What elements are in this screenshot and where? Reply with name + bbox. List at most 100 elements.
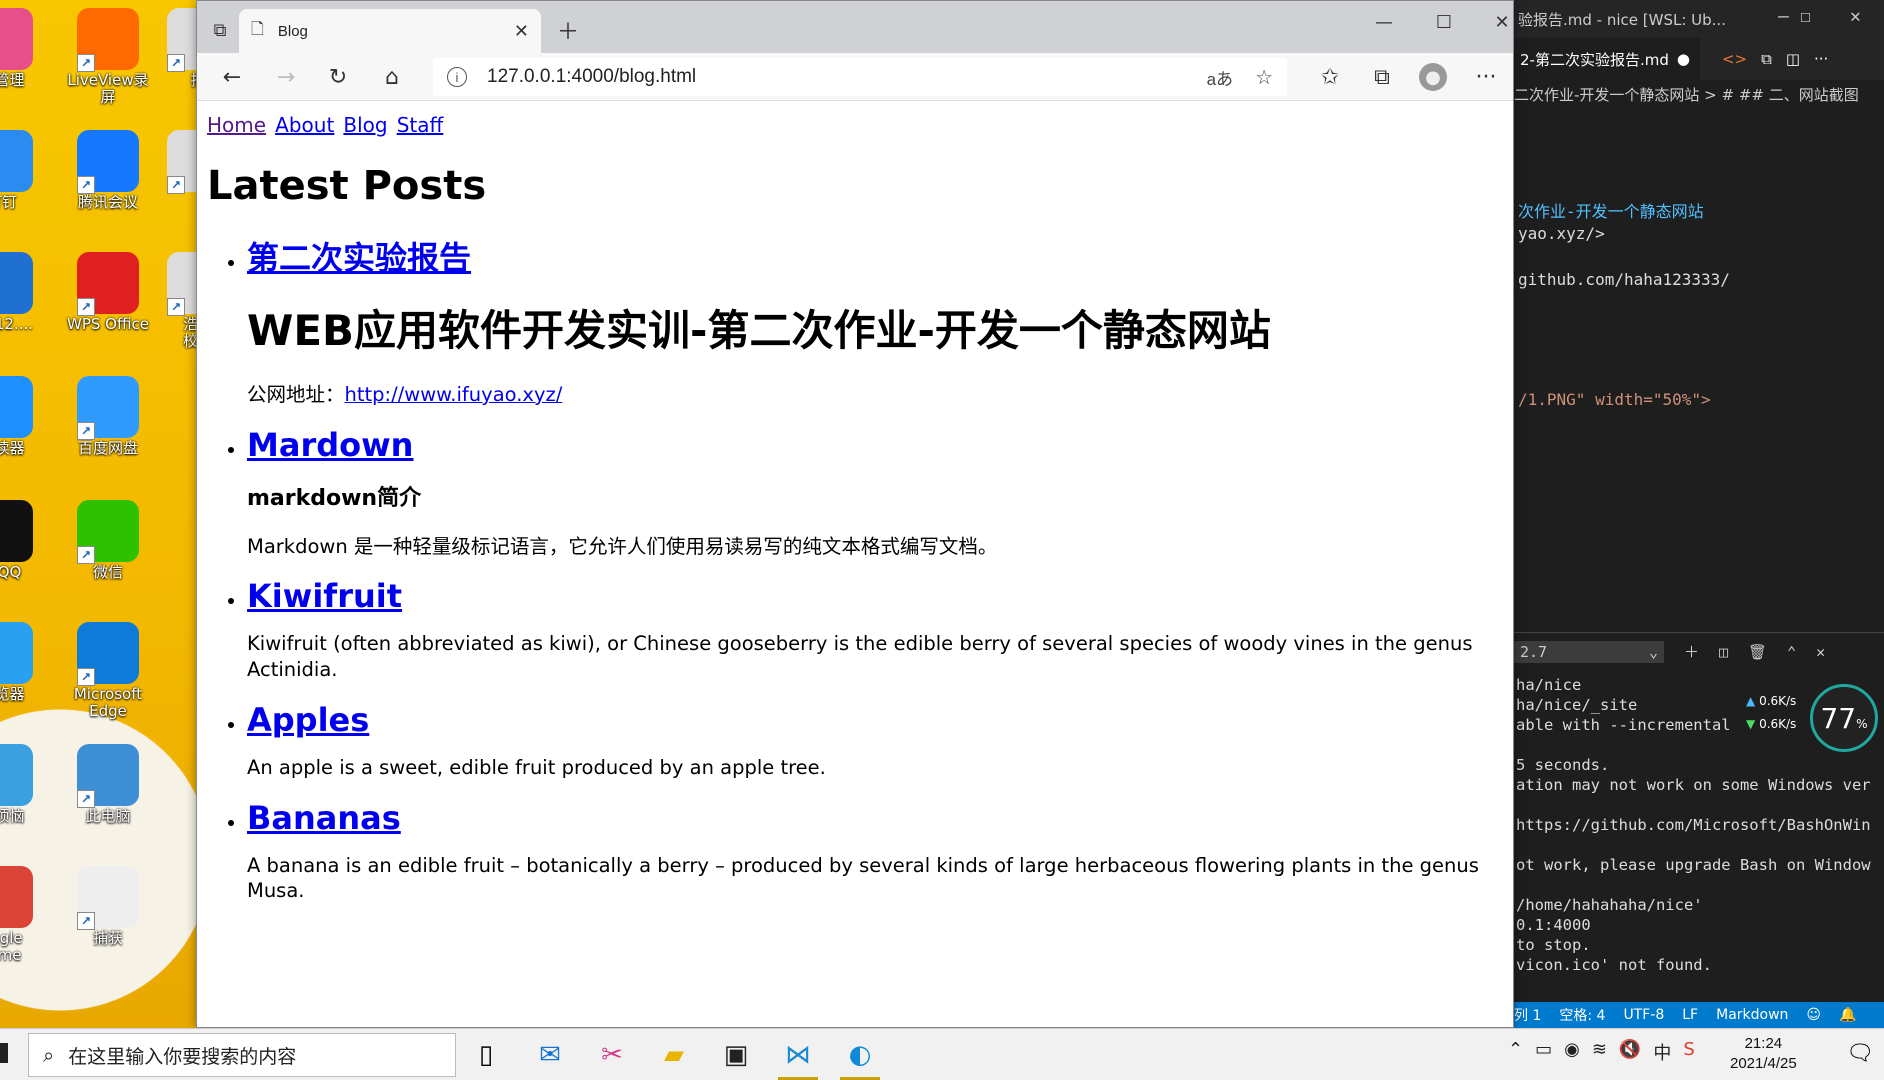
terminal-line: 0.1:4000 [1516,916,1591,934]
post-title-link[interactable]: 第二次实验报告 [247,239,471,277]
nav-link-home[interactable]: Home [207,113,266,137]
favorites-icon[interactable]: ✩ [1315,62,1345,92]
desktop-shortcut[interactable]: 腾讯会议 [60,130,156,211]
status-eol[interactable]: LF [1682,1007,1698,1023]
desktop-shortcut[interactable]: 钉钉 [0,130,50,211]
chevron-up-icon[interactable]: ⌃ [1787,643,1796,661]
home-icon[interactable]: ⌂ [377,62,407,92]
post-item: Apples An apple is a sweet, edible fruit… [247,701,1503,781]
desktop-shortcut[interactable]: 微信 [60,500,156,581]
address-url: 127.0.0.1:4000/blog.html [487,66,697,87]
minimize-icon[interactable]: — [1778,6,1789,27]
notification-icon[interactable]: 🗨 [1846,1041,1874,1066]
dingtalk-icon [0,130,33,192]
address-bar[interactable]: i 127.0.0.1:4000/blog.html aあ ☆ [433,58,1287,96]
task-view-icon[interactable]: ▯ [466,1035,506,1075]
desktop-shortcut-label: 浏览器 [0,685,25,703]
add-favorite-icon[interactable]: ☆ [1255,65,1273,90]
cpu-gauge[interactable]: 77% [1810,684,1878,752]
read-aloud-icon[interactable]: aあ [1207,65,1233,90]
qq-tray-icon[interactable]: ◉ [1564,1039,1580,1065]
vscode-breadcrumb[interactable]: 二次作业-开发一个静态网站 > # ## 二、网站截图 [1510,80,1884,108]
post-title-link[interactable]: Kiwifruit [247,577,402,615]
desktop-shortcut[interactable]: 件管理 [0,8,50,89]
new-terminal-icon[interactable]: ＋ [1684,641,1699,662]
post-heading: WEB应用软件开发实训-第二次作业-开发一个静态网站 [247,306,1271,355]
new-tab-icon[interactable]: ＋ [553,15,583,45]
public-url-link[interactable]: http://www.ifuyao.xyz/ [345,383,563,406]
tencent-meeting-icon [77,130,139,194]
wifi-icon[interactable]: ≋ [1592,1039,1607,1065]
close-panel-icon[interactable]: ✕ [1816,643,1825,661]
terminal-line: ation may not work on some Windows ver [1516,776,1871,794]
desktop-shortcut-label: oogle rome [0,929,23,965]
nav-link-staff[interactable]: Staff [397,113,444,137]
collections-icon[interactable]: ⧉ [1367,62,1397,92]
profile-avatar-icon[interactable]: ● [1419,63,1447,91]
minimize-icon[interactable]: — [1369,7,1399,37]
split-terminal-icon[interactable]: ◫ [1719,643,1728,661]
desktop-shortcut[interactable]: 百度网盘 [60,376,156,457]
desktop-shortcut[interactable]: 阅读器 [0,376,50,457]
ime-icon[interactable]: 中 [1653,1039,1671,1065]
antivirus-icon[interactable]: S [1683,1039,1694,1065]
post-title-link[interactable]: Mardown [247,426,413,464]
terminal-line: /home/hahahaha/nice' [1516,896,1703,914]
download-icon: ▼ [1746,716,1756,731]
desktop-shortcut[interactable]: 讯QQ [0,500,50,581]
browser-tab[interactable]: 🗋 Blog ✕ [239,9,541,53]
store-icon[interactable]: ▣ [716,1035,756,1075]
nav-link-blog[interactable]: Blog [343,113,387,137]
refresh-icon[interactable]: ↻ [323,62,353,92]
post-item: 第二次实验报告 WEB应用软件开发实训-第二次作业-开发一个静态网站 公网地址：… [247,233,1503,408]
status-language[interactable]: Markdown [1716,1007,1788,1023]
status-cursor[interactable]: 列 1 [1514,1005,1541,1025]
maximize-icon[interactable]: ☐ [1429,7,1459,37]
status-indent[interactable]: 空格: 4 [1559,1005,1605,1025]
back-icon[interactable]: ← [217,62,247,92]
chevron-up-icon[interactable]: ⌃ [1508,1039,1523,1065]
desktop-shortcut-label: 捕获 [92,929,123,947]
post-title-link[interactable]: Bananas [247,799,401,837]
mail-icon[interactable]: ✉ [530,1035,570,1075]
battery-icon[interactable]: ▭ [1535,1039,1552,1065]
desktop-shortcut-label: 件管理 [0,71,25,89]
file-explorer-icon[interactable]: ▰ [654,1035,694,1075]
terminal-select[interactable]: 2.7 ⌄ [1514,640,1664,663]
info-icon[interactable]: i [447,67,467,87]
bell-icon[interactable]: 🔔 [1839,1007,1856,1023]
desktop-shortcut[interactable]: 浏览器 [0,622,50,703]
close-window-icon[interactable]: ✕ [1487,7,1517,37]
desktop-shortcut[interactable]: 除烦恼 [0,744,50,825]
desktop-shortcut[interactable]: oogle rome [0,866,50,965]
status-encoding[interactable]: UTF-8 [1623,1007,1664,1023]
trash-icon[interactable]: 🗑 [1748,643,1767,661]
feedback-icon[interactable]: ☺ [1806,1007,1821,1023]
desktop-shortcut[interactable]: WPS Office [60,252,156,333]
desktop-shortcut[interactable]: Microsoft Edge [60,622,156,721]
desktop-shortcut[interactable]: 此电脑 [60,744,156,825]
settings-more-icon[interactable]: ··· [1471,62,1501,92]
nav-link-about[interactable]: About [275,113,334,137]
close-icon[interactable]: ✕ [1850,6,1861,27]
vscode-tab[interactable]: 2-第二次实验报告.md ● [1510,38,1700,80]
more-actions-icon[interactable]: ··· [1814,50,1828,68]
tab-actions-icon[interactable]: ⧉ [205,15,235,45]
desktop-shortcut[interactable]: 5.412.... [0,252,50,333]
vscode-taskbar-icon[interactable]: ⋈ [778,1035,818,1080]
start-button[interactable] [0,1043,8,1063]
close-tab-icon[interactable]: ✕ [514,21,529,42]
desktop-shortcut[interactable]: LiveView录 屏 [60,8,156,107]
split-preview-icon[interactable]: ⧉ [1761,50,1772,68]
maximize-icon[interactable]: ☐ [1800,6,1811,27]
split-editor-icon[interactable]: ◫ [1786,50,1800,68]
taskbar-search[interactable]: ⌕ 在这里输入你要搜索的内容 [28,1033,456,1077]
edge-taskbar-icon[interactable]: ◐ [840,1035,880,1080]
preview-icon[interactable]: <> [1722,50,1747,68]
post-title-link[interactable]: Apples [247,701,369,739]
desktop-shortcut[interactable]: 捕获 [60,866,156,947]
clock[interactable]: 21:24 2021/4/25 [1730,1034,1797,1075]
snip-icon[interactable]: ✂ [592,1035,632,1075]
volume-icon[interactable]: 🔇 [1619,1039,1641,1065]
forward-icon[interactable]: → [271,62,301,92]
